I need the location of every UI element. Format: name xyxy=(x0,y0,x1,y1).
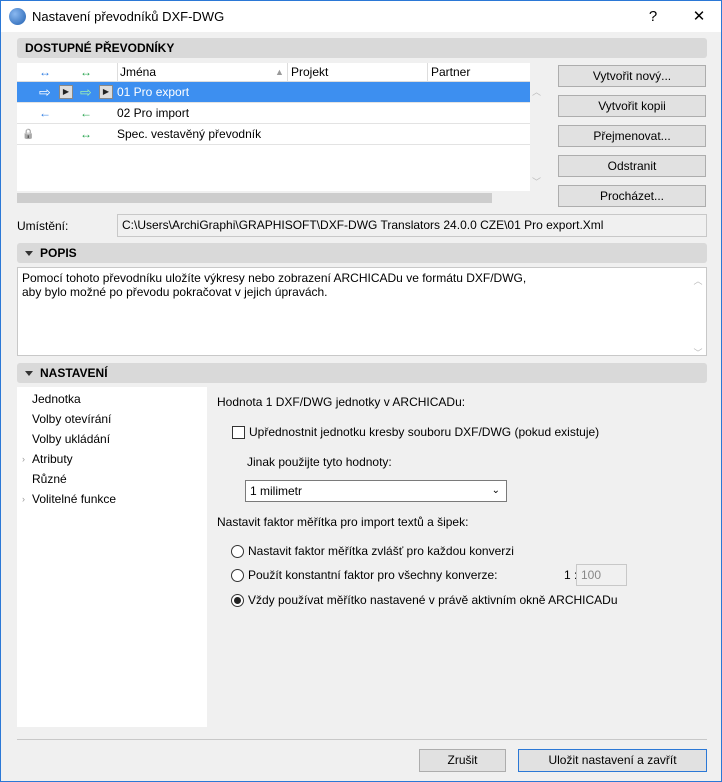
column-partner[interactable]: Partner xyxy=(427,63,530,82)
radio-active-window[interactable] xyxy=(231,594,244,607)
column-project[interactable]: Projekt xyxy=(287,63,427,82)
translator-name: 02 Pro import xyxy=(117,106,190,120)
section-title: NASTAVENÍ xyxy=(40,366,108,380)
nav-item-attributes[interactable]: › Atributy xyxy=(17,449,207,469)
import-arrow-icon: ← xyxy=(80,106,92,120)
section-available-translators[interactable]: DOSTUPNÉ PŘEVODNÍKY xyxy=(17,38,707,58)
prefer-unit-label[interactable]: Upřednostnit jednotku kresby souboru DXF… xyxy=(249,425,599,439)
otherwise-label: Jinak použijte tyto hodnoty: xyxy=(247,455,392,469)
unit-select-value: 1 milimetr xyxy=(250,484,303,498)
both-arrow-icon: ↔ xyxy=(80,127,92,141)
translator-name: 01 Pro export xyxy=(117,85,190,99)
play-button[interactable]: ▶ xyxy=(59,85,73,99)
chevron-down-icon: ⌄ xyxy=(491,485,500,496)
section-title: POPIS xyxy=(40,246,77,260)
save-and-close-button[interactable]: Uložit nastavení a zavřít xyxy=(518,749,707,772)
nav-label: Atributy xyxy=(32,452,73,466)
chevron-right-icon[interactable]: › xyxy=(22,449,25,469)
translators-table: ↔ ↔ Jména ▲ Projekt Partner ⇨ ▶ ⇨ ▶ 01 P… xyxy=(17,63,530,205)
app-logo-icon xyxy=(9,8,26,25)
horizontal-scrollbar[interactable] xyxy=(17,191,530,205)
save-column-icon[interactable]: ↔ xyxy=(80,63,92,82)
ratio-input[interactable]: 100 xyxy=(576,564,627,586)
collapse-icon xyxy=(25,251,33,257)
location-label: Umístění: xyxy=(17,219,69,233)
nav-item-save-options[interactable]: Volby ukládání xyxy=(17,429,207,449)
rename-button[interactable]: Přejmenovat... xyxy=(558,125,706,147)
unit-select[interactable]: 1 milimetr ⌄ xyxy=(245,480,507,502)
scroll-up-icon[interactable]: ︿ xyxy=(532,85,541,98)
lock-icon: 🔒 xyxy=(22,129,35,140)
play-button[interactable]: ▶ xyxy=(99,85,113,99)
location-field: C:\Users\ArchiGraphi\GRAPHISOFT\DXF-DWG … xyxy=(117,214,707,237)
nav-item-misc[interactable]: Různé xyxy=(17,469,207,489)
export-arrow-icon: ⇨ xyxy=(39,84,51,100)
translator-name: Spec. vestavěný převodník xyxy=(117,127,262,141)
description-line: Pomocí tohoto převodníku uložíte výkresy… xyxy=(22,271,527,285)
table-header: ↔ ↔ Jména ▲ Projekt Partner xyxy=(17,63,530,82)
nav-item-open-options[interactable]: Volby otevírání xyxy=(17,409,207,429)
description-line: aby bylo možné po převodu pokračovat v j… xyxy=(22,285,328,299)
import-arrow-icon: ← xyxy=(39,106,51,120)
table-row[interactable]: 🔒 ↔ Spec. vestavěný převodník xyxy=(17,124,530,145)
window-title: Nastavení převodníků DXF-DWG xyxy=(32,9,225,24)
nav-item-optional-features[interactable]: › Volitelné funkce xyxy=(17,489,207,509)
export-arrow-icon: ⇨ xyxy=(80,84,92,100)
unit-heading: Hodnota 1 DXF/DWG jednotky v ARCHICADu: xyxy=(217,395,466,409)
close-button[interactable]: ✕ xyxy=(677,1,721,32)
section-description[interactable]: POPIS xyxy=(17,243,707,263)
description-textarea[interactable]: Pomocí tohoto převodníku uložíte výkresy… xyxy=(17,267,707,358)
scroll-down-icon[interactable]: ﹀ xyxy=(532,175,541,188)
create-copy-button[interactable]: Vytvořit kopii xyxy=(558,95,706,117)
radio-constant-label[interactable]: Použít konstantní faktor pro všechny kon… xyxy=(248,568,497,582)
cancel-button[interactable]: Zrušit xyxy=(419,749,506,772)
open-column-icon[interactable]: ↔ xyxy=(39,63,51,82)
radio-per-conversion-label[interactable]: Nastavit faktor měřítka zvlášť pro každo… xyxy=(248,544,514,558)
section-settings[interactable]: NASTAVENÍ xyxy=(17,363,707,383)
delete-button[interactable]: Odstranit xyxy=(558,155,706,177)
settings-nav: Jednotka Volby otevírání Volby ukládání … xyxy=(17,387,207,727)
create-new-button[interactable]: Vytvořit nový... xyxy=(558,65,706,87)
table-row[interactable]: ⇨ ▶ ⇨ ▶ 01 Pro export xyxy=(17,82,530,103)
sort-asc-icon: ▲ xyxy=(275,67,284,77)
prefer-unit-checkbox[interactable] xyxy=(232,426,245,439)
column-names[interactable]: Jména xyxy=(117,63,287,82)
collapse-icon xyxy=(25,371,33,377)
nav-item-unit[interactable]: Jednotka xyxy=(17,389,207,409)
browse-button[interactable]: Procházet... xyxy=(558,185,706,207)
radio-active-window-label[interactable]: Vždy používat měřítko nastavené v právě … xyxy=(248,593,618,607)
radio-per-conversion[interactable] xyxy=(231,545,244,558)
scale-heading: Nastavit faktor měřítka pro import textů… xyxy=(217,515,469,529)
vertical-scrollbar[interactable]: ︿ ﹀ xyxy=(690,268,706,358)
table-row[interactable]: ← ← 02 Pro import xyxy=(17,103,530,124)
divider xyxy=(17,739,707,740)
scrollbar-thumb[interactable] xyxy=(17,193,492,203)
chevron-right-icon[interactable]: › xyxy=(22,489,25,509)
radio-constant[interactable] xyxy=(231,569,244,582)
nav-label: Volitelné funkce xyxy=(32,492,117,506)
title-bar: Nastavení převodníků DXF-DWG ? ✕ xyxy=(1,1,721,32)
help-button[interactable]: ? xyxy=(631,1,675,32)
